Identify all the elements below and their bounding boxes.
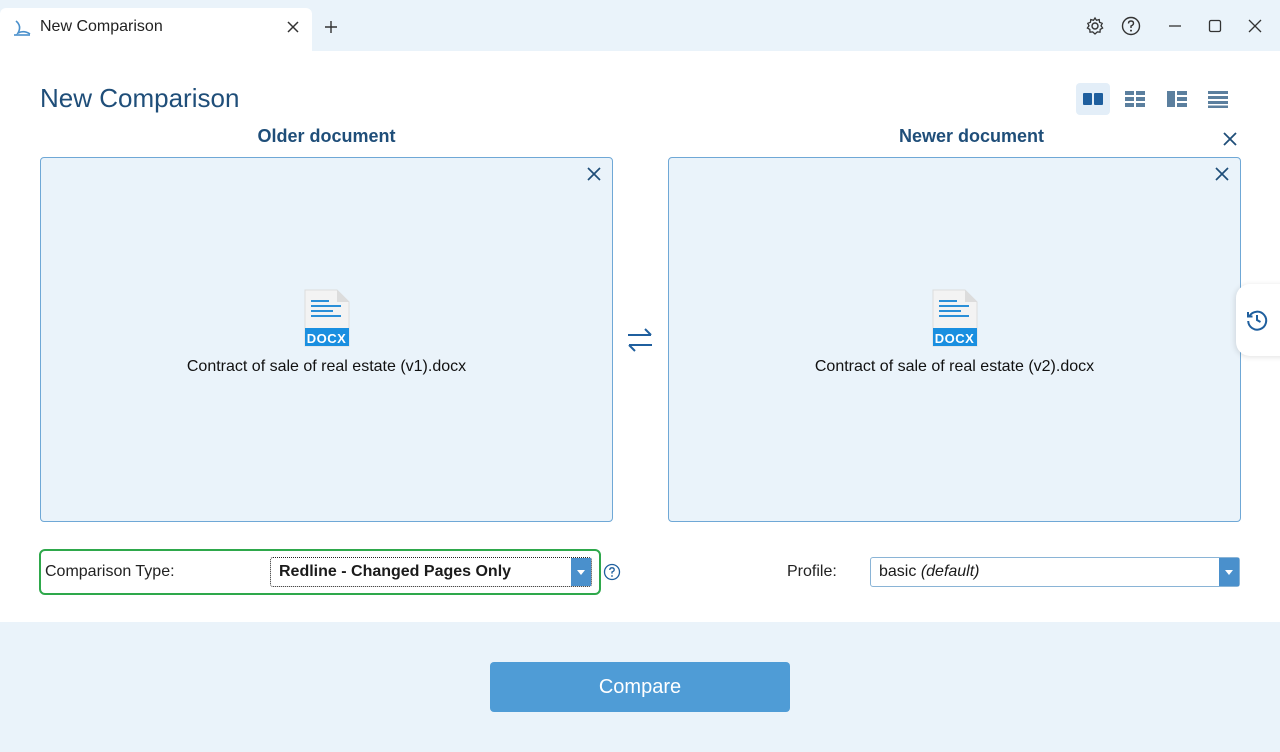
close-icon[interactable]: [1245, 16, 1265, 36]
older-document-title: Older document: [257, 126, 396, 146]
older-file-name: Contract of sale of real estate (v1).doc…: [186, 358, 467, 375]
tab-label: New Comparison: [40, 18, 163, 35]
app-logo-icon: [14, 20, 31, 36]
help-icon[interactable]: [603, 563, 621, 581]
docx-badge: DOCX: [306, 331, 347, 346]
compare-button[interactable]: Compare: [490, 662, 790, 712]
newer-file-name: Contract of sale of real estate (v2).doc…: [814, 358, 1095, 375]
profile-value: basic (default): [879, 563, 980, 580]
side-by-side-icon: [1083, 93, 1103, 105]
title-bar: New Comparison: [0, 0, 1280, 51]
newer-document-dropzone[interactable]: DOCX Contract of sale of real estate (v2…: [668, 157, 1241, 522]
view-grid-button[interactable]: [1118, 83, 1152, 115]
history-icon: [1247, 310, 1268, 331]
close-icon[interactable]: [1221, 130, 1239, 148]
swap-icon[interactable]: [624, 324, 656, 356]
tab-new-comparison[interactable]: New Comparison: [0, 8, 312, 51]
plus-icon[interactable]: [322, 18, 340, 36]
close-icon[interactable]: [1214, 166, 1230, 182]
view-list-button[interactable]: [1201, 83, 1235, 115]
list-view-icon: [1208, 91, 1228, 108]
history-button[interactable]: [1236, 284, 1280, 356]
close-icon[interactable]: [284, 18, 302, 36]
chevron-down-icon[interactable]: [1219, 558, 1239, 586]
view-side-by-side-button[interactable]: [1076, 83, 1110, 115]
page-title: New Comparison: [40, 83, 240, 113]
split-view-icon: [1167, 91, 1187, 107]
view-split-button[interactable]: [1160, 83, 1194, 115]
minimize-icon[interactable]: [1165, 16, 1185, 36]
docx-badge: DOCX: [934, 331, 975, 346]
older-document-dropzone[interactable]: DOCX Contract of sale of real estate (v1…: [40, 157, 613, 522]
profile-label: Profile:: [787, 563, 837, 580]
help-icon[interactable]: [1121, 16, 1141, 36]
profile-select[interactable]: basic (default): [870, 557, 1240, 587]
maximize-icon[interactable]: [1205, 16, 1225, 36]
comparison-type-label: Comparison Type:: [45, 563, 175, 580]
newer-document-title: Newer document: [898, 126, 1045, 146]
grid-icon: [1125, 91, 1145, 107]
comparison-type-value: Redline - Changed Pages Only: [279, 563, 512, 580]
gear-icon[interactable]: [1085, 16, 1105, 36]
chevron-down-icon[interactable]: [571, 558, 591, 586]
comparison-type-select[interactable]: Redline - Changed Pages Only: [270, 557, 592, 587]
close-icon[interactable]: [586, 166, 602, 182]
